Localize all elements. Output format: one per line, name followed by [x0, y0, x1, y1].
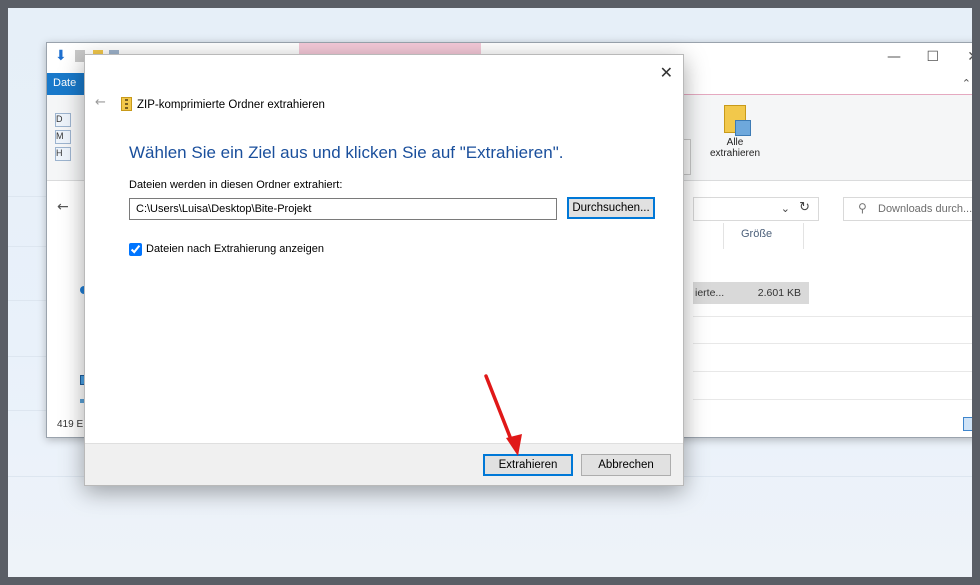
- extract-all-label-line2: extrahieren: [709, 148, 761, 159]
- column-header-size[interactable]: Größe: [741, 228, 772, 240]
- ribbon-item-icon[interactable]: H: [55, 147, 71, 161]
- address-bar[interactable]: ⌄ ↻: [693, 197, 819, 221]
- maximize-icon[interactable]: ☐: [926, 49, 939, 65]
- row-divider: [693, 343, 972, 344]
- refresh-icon[interactable]: ↻: [799, 200, 810, 215]
- back-arrow-icon[interactable]: ←: [57, 199, 69, 215]
- search-icon: ⚲: [858, 201, 867, 215]
- chevron-down-icon[interactable]: ⌄: [781, 202, 790, 215]
- destination-path-input[interactable]: [129, 198, 557, 220]
- column-separator[interactable]: [803, 223, 804, 249]
- dialog-heading: Wählen Sie ein Ziel aus und klicken Sie …: [129, 143, 564, 162]
- row-divider: [693, 399, 972, 400]
- dialog-title: ZIP-komprimierte Ordner extrahieren: [137, 99, 325, 111]
- file-type-cell: ierte...: [695, 287, 725, 299]
- dialog-close-icon[interactable]: ✕: [660, 63, 673, 82]
- destination-label: Dateien werden in diesen Ordner extrahie…: [129, 179, 343, 191]
- annotation-arrow-icon: [484, 374, 522, 456]
- zip-folder-icon: [121, 97, 132, 111]
- tab-file[interactable]: Date: [47, 73, 87, 95]
- search-placeholder: Downloads durch...: [878, 203, 973, 215]
- close-icon[interactable]: ✕: [967, 49, 972, 65]
- extract-all-label-line1: Alle: [726, 137, 744, 148]
- search-input[interactable]: ⚲ Downloads durch...: [843, 197, 973, 221]
- row-divider: [693, 371, 972, 372]
- screenshot-frame: ⬇ — ☐ ✕ Date ⌃ D M H Alle extrahieren ← …: [0, 0, 980, 585]
- details-view-icon[interactable]: [963, 417, 972, 431]
- extract-zip-dialog: ✕ ← ZIP-komprimierte Ordner extrahieren …: [84, 54, 684, 486]
- extract-all-button[interactable]: Alle extrahieren: [695, 101, 775, 171]
- ribbon-item-icon[interactable]: M: [55, 130, 71, 144]
- column-separator[interactable]: [723, 223, 724, 249]
- browse-button[interactable]: Durchsuchen...: [567, 197, 655, 219]
- file-row-selected[interactable]: ierte... 2.601 KB: [693, 282, 809, 304]
- zip-folder-icon: [724, 105, 751, 136]
- file-size-cell: 2.601 KB: [757, 287, 801, 299]
- ribbon-collapse-icon[interactable]: ⌃: [962, 77, 971, 90]
- dialog-back-icon[interactable]: ←: [95, 95, 106, 110]
- cancel-button[interactable]: Abbrechen: [581, 454, 671, 476]
- show-files-checkbox[interactable]: [129, 243, 142, 256]
- minimize-icon[interactable]: —: [887, 49, 901, 65]
- show-files-label[interactable]: Dateien nach Extrahierung anzeigen: [146, 243, 324, 255]
- ribbon-item-icon[interactable]: D: [55, 113, 71, 127]
- status-bar-item-count: 419 E: [57, 419, 84, 430]
- dialog-footer: Extrahieren Abbrechen: [85, 443, 683, 485]
- row-divider: [693, 316, 972, 317]
- quick-access-download-icon[interactable]: ⬇: [55, 48, 67, 64]
